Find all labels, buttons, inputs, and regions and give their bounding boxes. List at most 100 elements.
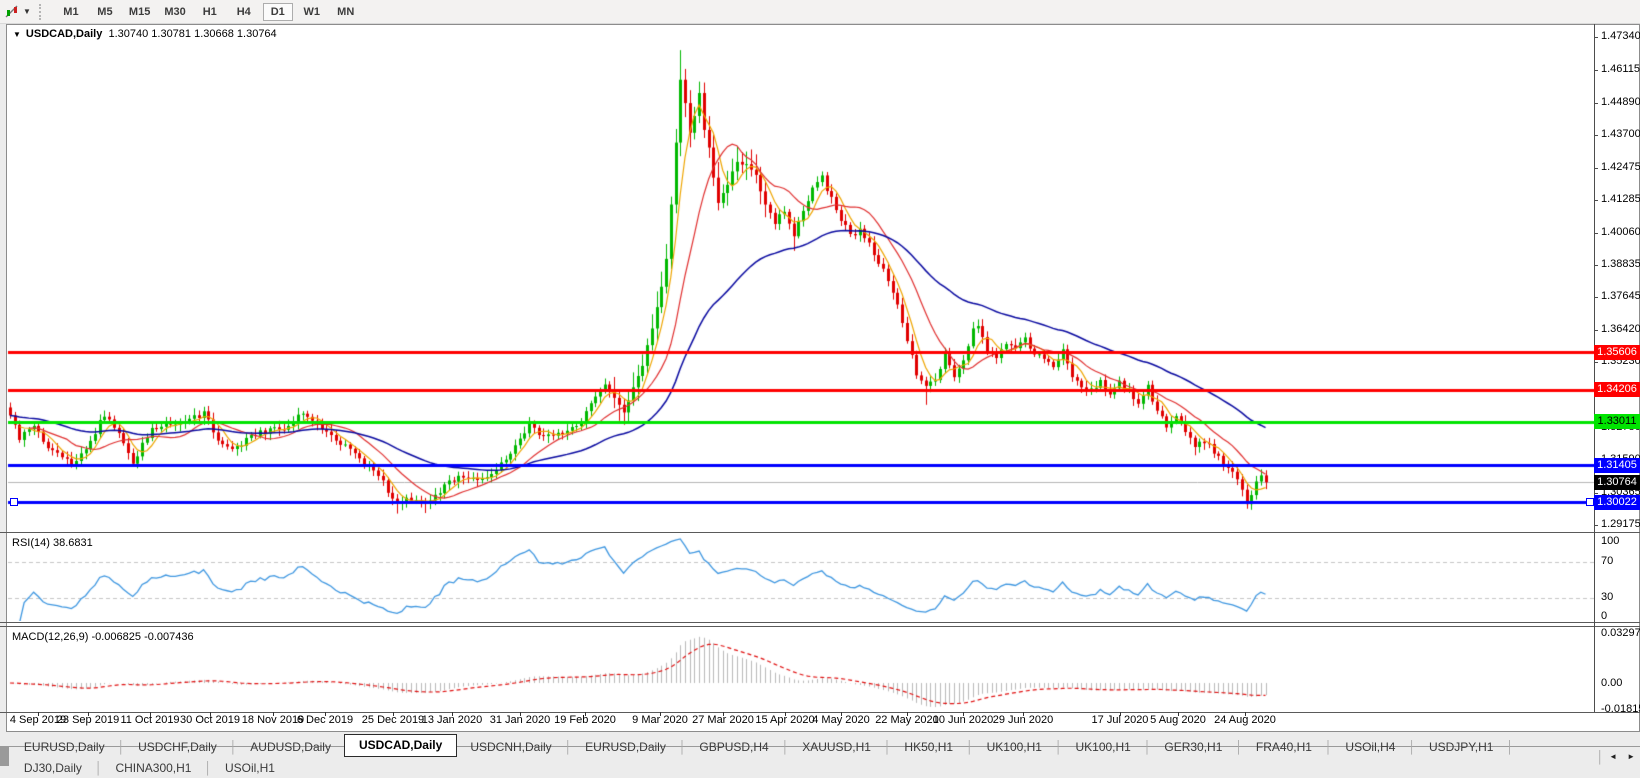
rsi-scale-label: 100 <box>1601 535 1620 547</box>
timeframe-button-mn[interactable]: MN <box>331 3 361 21</box>
date-axis-tick <box>1178 712 1179 716</box>
price-axis-label: 1.36420 <box>1601 323 1640 336</box>
rsi-macd-divider[interactable] <box>0 622 1640 623</box>
macd-indicator-label: MACD(12,26,9) -0.006825 -0.007436 <box>12 631 194 643</box>
chart-tab-usdchf-daily[interactable]: USDCHF,Daily <box>125 738 230 757</box>
date-axis-tick <box>88 712 89 716</box>
chart-title: ▼ USDCAD,Daily 1.30740 1.30781 1.30668 1.… <box>13 28 277 40</box>
chart-tab-bar: EURUSD,Daily │ USDCHF,Daily │ AUDUSD,Daily US… <box>0 733 1640 775</box>
chart-tab-uk100-h1[interactable]: UK100,H1 <box>1062 738 1143 757</box>
tab-separator: │ <box>1506 739 1514 754</box>
date-axis-tick <box>520 712 521 716</box>
chart-tab-fra40-h1[interactable]: FRA40,H1 <box>1243 738 1325 757</box>
chart-ohlc-text: 1.30740 1.30781 1.30668 1.30764 <box>108 28 277 40</box>
tab-separator: │ <box>1235 739 1243 754</box>
rsi-indicator-label: RSI(14) 38.6831 <box>12 537 93 549</box>
tab-separator: │ <box>1596 749 1605 764</box>
price-axis-label: 1.38835 <box>1601 258 1640 271</box>
price-axis-label: 1.46115 <box>1601 62 1640 75</box>
date-axis-tick <box>841 712 842 716</box>
timeframe-button-d1[interactable]: D1 <box>262 3 293 21</box>
timeframe-button-h4[interactable]: H4 <box>229 3 259 21</box>
price-axis-tick <box>1594 362 1598 363</box>
tab-scroll-right-icon[interactable]: ► <box>1622 752 1640 761</box>
date-axis-tick <box>393 712 394 716</box>
timeframe-button-m30[interactable]: M30 <box>159 3 190 21</box>
chart-tab-eurusd-daily[interactable]: EURUSD,Daily <box>572 738 679 757</box>
rsi-scale-label: 0 <box>1601 610 1608 622</box>
toolbar-grip[interactable] <box>38 3 46 20</box>
timeframe-button-w1[interactable]: W1 <box>297 3 327 21</box>
chart-tab-usdcad-daily[interactable]: USDCAD,Daily <box>343 733 458 757</box>
chart-tabs: EURUSD,Daily │ USDCHF,Daily │ AUDUSD,Daily US… <box>11 733 1597 778</box>
window-frame-bottom <box>6 731 1640 732</box>
date-axis-tick <box>907 712 908 716</box>
macd-scale-label: 0.032972 <box>1601 627 1640 639</box>
timeframe-button-m5[interactable]: M5 <box>90 3 120 21</box>
chart-tab-gbpusd-h4[interactable]: GBPUSD,H4 <box>686 738 781 757</box>
timeframe-toolbar: ▼ M1 M5 M15 M30 H1 H4 D1 W1 MN <box>0 0 1640 24</box>
timeframe-button-m1[interactable]: M1 <box>56 3 86 21</box>
line-drag-handle[interactable] <box>10 498 18 507</box>
main-chart-canvas[interactable] <box>0 24 1594 532</box>
tab-separator: │ <box>204 760 212 775</box>
date-axis-tick <box>150 712 151 716</box>
price-axis-line <box>1594 24 1595 712</box>
price-axis-tick <box>1594 168 1598 169</box>
tab-separator: │ <box>781 739 790 754</box>
date-axis-tick <box>723 712 724 716</box>
line-drag-handle[interactable] <box>1586 498 1594 507</box>
main-rsi-divider[interactable] <box>0 532 1640 533</box>
tab-separator: │ <box>94 760 103 775</box>
level-price-tag: 1.33011 <box>1594 414 1640 430</box>
price-axis-label: 1.44890 <box>1601 95 1640 108</box>
price-axis-tick <box>1594 37 1598 38</box>
price-axis-label: 1.40060 <box>1601 225 1640 238</box>
chart-cursor-icon[interactable] <box>4 4 22 20</box>
date-axis-tick <box>963 712 964 716</box>
chart-tab-audusd-daily[interactable]: AUDUSD,Daily <box>237 738 344 757</box>
tab-separator: │ <box>1054 739 1063 754</box>
price-axis-tick <box>1594 200 1598 201</box>
date-axis-tick <box>585 712 586 716</box>
timeframe-button-m15[interactable]: M15 <box>124 3 155 21</box>
symbol-expand-icon[interactable]: ▼ <box>13 30 21 39</box>
price-axis-tick <box>1594 70 1598 71</box>
level-price-tag: 1.34206 <box>1594 382 1640 398</box>
chart-tab-dj30-daily[interactable]: DJ30,Daily <box>11 759 95 778</box>
price-axis-label: 1.41285 <box>1601 192 1640 205</box>
chart-tab-ger30-h1[interactable]: GER30,H1 <box>1151 738 1235 757</box>
level-price-tag: 1.31405 <box>1594 457 1640 473</box>
tab-scroll-left-icon[interactable]: ◄ <box>1604 752 1622 761</box>
price-axis-label: 1.43700 <box>1601 127 1640 140</box>
date-axis-tick <box>660 712 661 716</box>
chart-tab-hk50-h1[interactable]: HK50,H1 <box>891 738 966 757</box>
macd-bottom-divider[interactable] <box>0 712 1640 713</box>
tab-separator: │ <box>1324 739 1333 754</box>
chart-tab-usdjpy-h1[interactable]: USDJPY,H1 <box>1416 738 1506 757</box>
date-axis-tick <box>452 712 453 716</box>
chart-tab-usoil-h4[interactable]: USOil,H4 <box>1332 738 1408 757</box>
chart-tab-china300-h1[interactable]: CHINA300,H1 <box>102 759 204 778</box>
price-axis-tick <box>1594 233 1598 234</box>
chart-tab-usdcnh-daily[interactable]: USDCNH,Daily <box>457 738 564 757</box>
price-axis-label: 1.42475 <box>1601 160 1640 173</box>
chart-tab-usoil-h1[interactable]: USOil,H1 <box>212 759 288 778</box>
rsi-macd-divider-line2 <box>0 626 1640 627</box>
rsi-panel-canvas[interactable] <box>0 533 1594 621</box>
date-axis-tick <box>1245 712 1246 716</box>
price-axis-label: 1.37645 <box>1601 290 1640 303</box>
chart-tab-xauusd-h1[interactable]: XAUUSD,H1 <box>789 738 884 757</box>
price-axis-tick <box>1594 330 1598 331</box>
timeframe-buttons: M1 M5 M15 M30 H1 H4 D1 W1 MN <box>54 2 363 21</box>
toolbar-dropdown-icon[interactable]: ▼ <box>23 7 31 16</box>
date-axis-tick <box>210 712 211 716</box>
chart-tab-eurusd-daily[interactable]: EURUSD,Daily <box>11 738 118 757</box>
chart-tab-uk100-h1[interactable]: UK100,H1 <box>974 738 1055 757</box>
tab-separator: │ <box>1408 739 1416 754</box>
timeframe-button-h1[interactable]: H1 <box>195 3 225 21</box>
tab-separator: │ <box>564 739 573 754</box>
macd-panel-canvas[interactable] <box>0 627 1594 712</box>
tab-separator: │ <box>229 739 238 754</box>
mt4-window: ▼ M1 M5 M15 M30 H1 H4 D1 W1 MN ▼ USDCAD,Daily 1.3… <box>0 0 1640 775</box>
